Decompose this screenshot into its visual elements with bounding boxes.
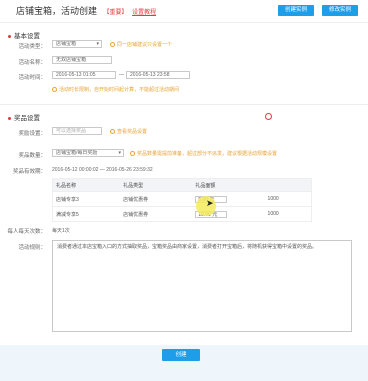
col-header-qty [264, 179, 311, 192]
basic-section-title: 基本设置 [8, 30, 40, 40]
cell-qty: 1000 [264, 206, 311, 221]
prize-period-label: 奖品有效期： [12, 169, 46, 175]
activity-type-label: 活动类型： [18, 44, 46, 50]
record-circle-icon [265, 113, 272, 120]
prize-count-select[interactable]: 店铺宝箱/每日奖励 ▾ [52, 149, 124, 157]
col-header-type: 礼品类型 [120, 179, 193, 192]
page-title: 店铺宝箱，活动创建 【重要】 设置教程 [16, 4, 156, 17]
header-divider [0, 22, 368, 23]
edit-example-button[interactable]: 修改实例 [322, 5, 358, 16]
start-time-input[interactable]: 2016-05-13 01:05 [52, 71, 116, 79]
prize-hint-link[interactable]: 查看奖品设置 [110, 128, 147, 135]
reward-section-title: 奖品设置 [8, 112, 40, 122]
chevron-down-icon: ▾ [118, 150, 121, 156]
end-time-input[interactable]: 2016-05-13 23:58 [126, 71, 190, 79]
important-tag: 【重要】 [103, 10, 128, 16]
prize-count-label: 奖品数量： [18, 153, 46, 159]
cell-name: 店铺专享3 [53, 191, 121, 207]
activity-type-hint: 同一店铺建议只设置一个 [110, 41, 172, 48]
create-example-button[interactable]: 创建实例 [278, 5, 314, 16]
prize-select-input[interactable]: 可以选择奖品 [52, 127, 102, 135]
tutorial-link[interactable]: 设置教程 [132, 10, 156, 16]
activity-time-label: 活动时间： [18, 75, 46, 81]
prize-setting-label: 奖励设置： [18, 131, 46, 137]
daily-limit-value: 每天1次 [52, 228, 70, 234]
prize-table: 礼品名称 礼品类型 礼品面额 店铺专享3 店铺优惠券 5.00 元 1000 满… [52, 178, 312, 222]
cell-qty: 1000 [264, 191, 311, 207]
prize-count-hint: 奖品数量需提前准备，超过部分不派发，建议根据活动规模设置 [130, 150, 277, 157]
section-divider [0, 104, 368, 105]
daily-limit-label: 每人每天次数： [7, 229, 46, 235]
prize-period-value: 2016-05-12 00:00:02 — 2016-05-26 23:59:3… [52, 167, 153, 173]
cell-type: 店铺优惠券 [120, 206, 193, 221]
table-header-row: 礼品名称 礼品类型 礼品面额 [53, 179, 311, 192]
activity-name-input[interactable]: 无双店铺宝箱 [52, 56, 112, 64]
info-icon [52, 87, 57, 93]
time-separator: — [119, 72, 124, 78]
rules-label: 活动规则： [18, 245, 46, 251]
activity-time-hint: 活动时长限制，自开始时间起计算，不能超过活动期间 [52, 86, 179, 93]
info-icon [110, 42, 115, 48]
activity-type-select[interactable]: 店铺宝箱 ▾ [52, 40, 102, 48]
title-text: 店铺宝箱，活动创建 [16, 6, 98, 16]
cursor-arrow-icon: ➤ [206, 198, 214, 208]
cell-name: 满减专享5 [53, 206, 121, 221]
activity-name-label: 活动名称： [18, 60, 46, 66]
rules-textarea[interactable]: 消费者通过本店宝箱入口的方式抽取奖品，宝箱奖品由商家设置，消费者打开宝箱后，将随… [52, 240, 352, 332]
col-header-name: 礼品名称 [53, 179, 121, 192]
table-row: 店铺专享3 店铺优惠券 5.00 元 1000 [53, 191, 311, 207]
chevron-down-icon: ▾ [96, 41, 99, 47]
col-header-value: 礼品面额 [192, 179, 265, 192]
section-dot-icon [8, 116, 11, 120]
info-icon [130, 151, 135, 157]
section-dot-icon [8, 34, 11, 38]
info-icon [110, 129, 115, 135]
table-row: 满减专享5 店铺优惠券 10.00 元 1000 [53, 206, 311, 221]
create-button[interactable]: 创建 [162, 349, 200, 361]
cell-type: 店铺优惠券 [120, 191, 193, 207]
